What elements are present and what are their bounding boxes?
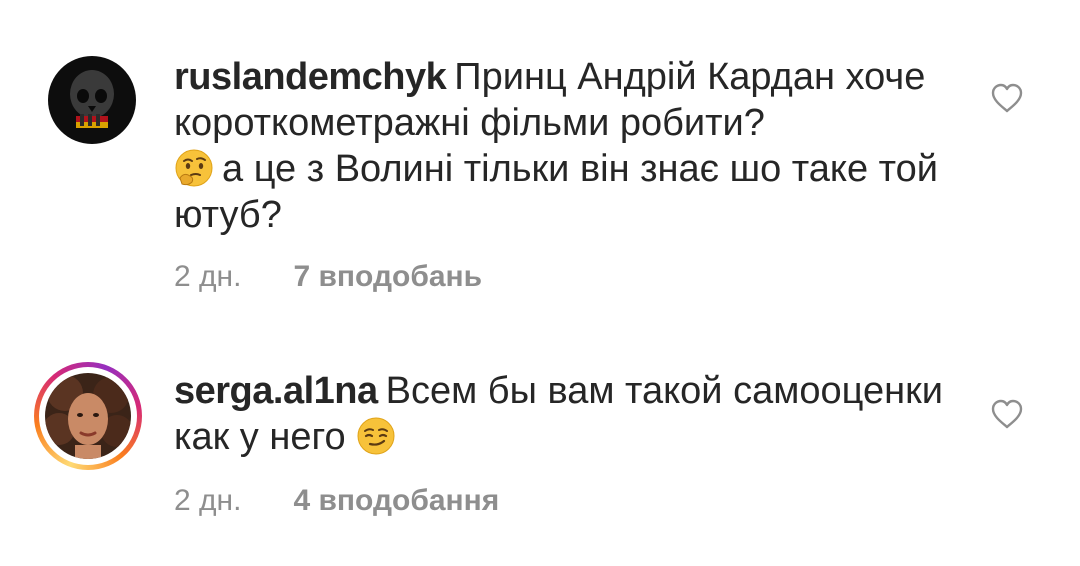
- comment-body: ruslandemchyk Принц Андрій Кардан хоче ко…: [174, 54, 954, 238]
- woman-curly-hair-avatar-icon: [45, 373, 131, 459]
- comment-likes-count[interactable]: 4 вподобання: [293, 484, 499, 518]
- comment-username[interactable]: ruslandemchyk: [174, 56, 447, 98]
- like-heart-icon[interactable]: [990, 82, 1024, 114]
- smirking-face-emoji-icon: [357, 417, 395, 455]
- like-heart-icon[interactable]: [990, 398, 1024, 430]
- comment-username[interactable]: serga.al1na: [174, 370, 378, 412]
- comment-meta: 2 дн. 7 вподобань: [174, 260, 482, 294]
- comment-timestamp: 2 дн.: [174, 260, 242, 293]
- comment-likes-count[interactable]: 7 вподобань: [293, 260, 482, 294]
- skull-avatar-icon: [48, 56, 136, 144]
- comment-timestamp: 2 дн.: [174, 484, 242, 517]
- comment-text-continued: а це з Волині тільки він знає шо таке то…: [174, 148, 938, 236]
- comment-meta: 2 дн. 4 вподобання: [174, 484, 499, 518]
- thinking-face-emoji-icon: [175, 149, 213, 187]
- avatar[interactable]: [34, 362, 142, 470]
- avatar[interactable]: [48, 56, 136, 144]
- comment-body: serga.al1na Всем бы вам такой самооценки …: [174, 368, 954, 460]
